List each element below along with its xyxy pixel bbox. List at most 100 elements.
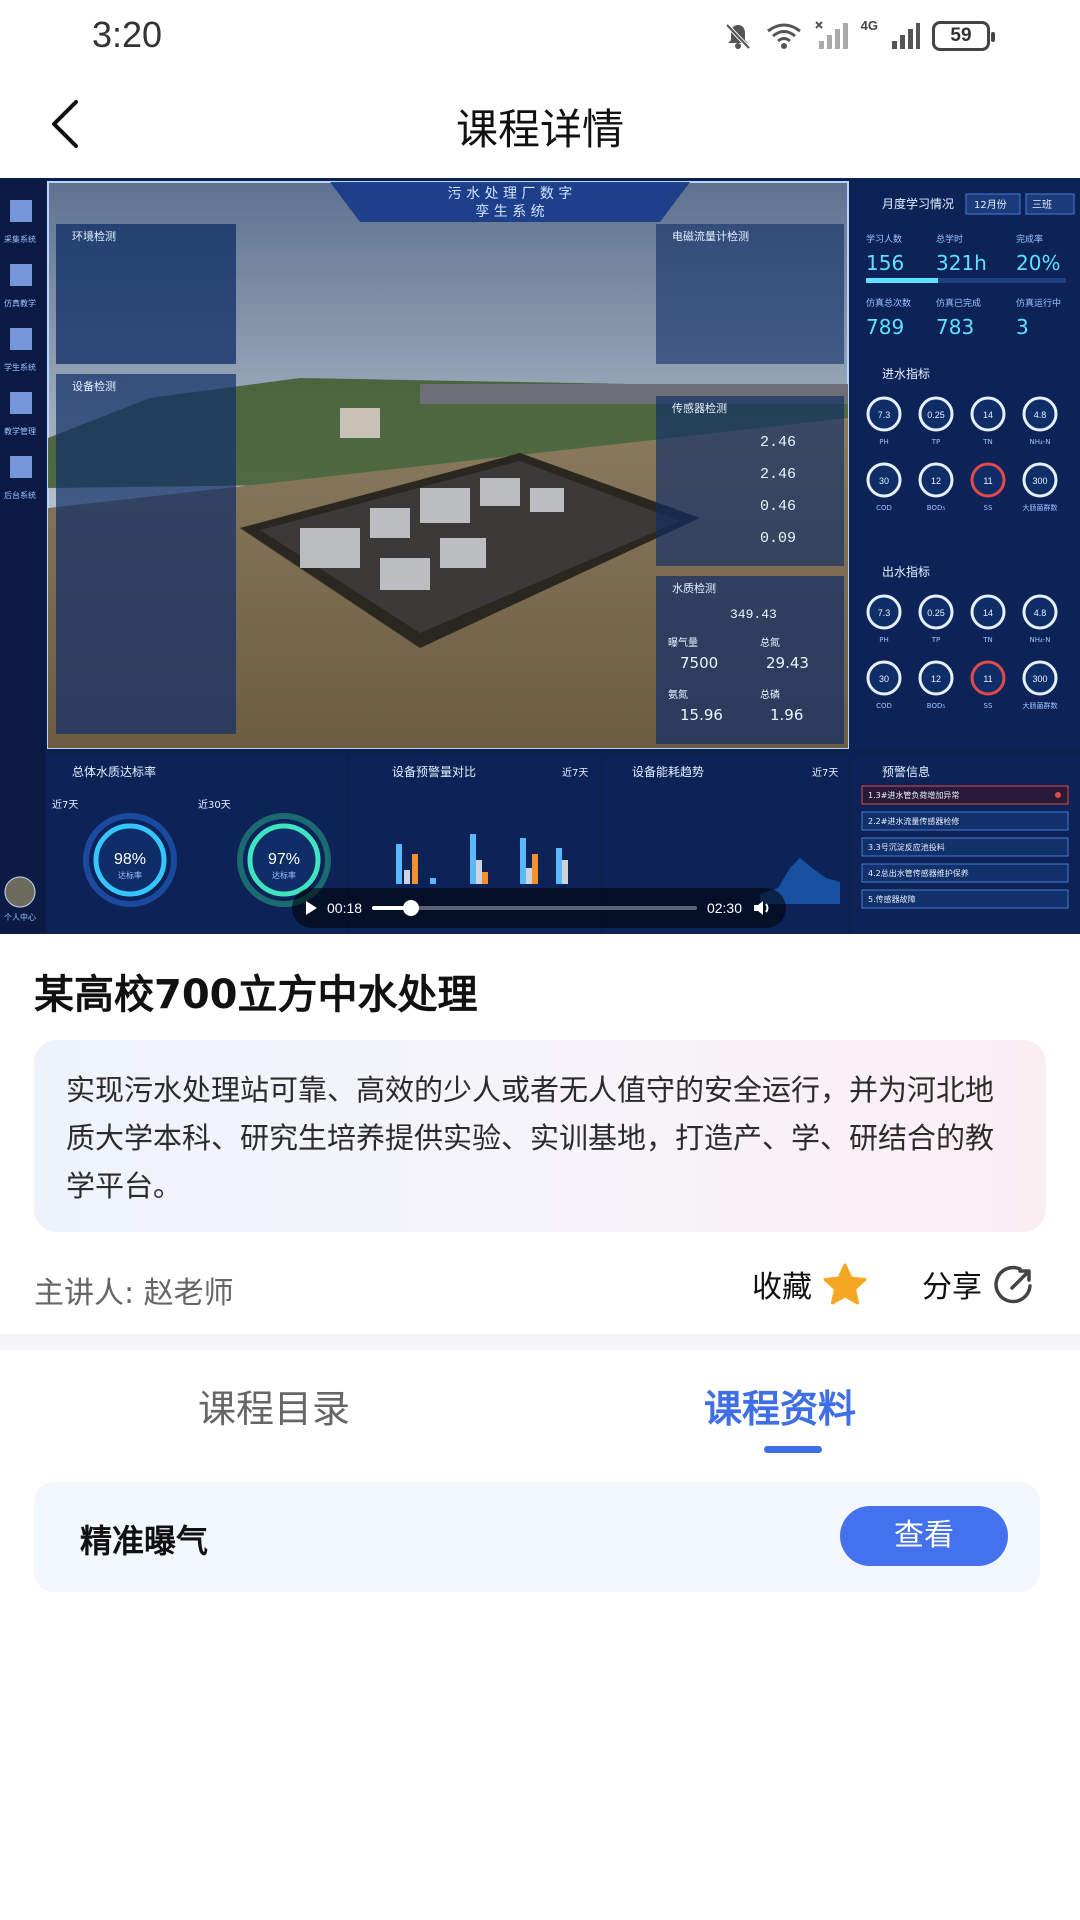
month-select: 12月份 bbox=[974, 199, 1007, 211]
gauge-value: 7.3 bbox=[878, 410, 891, 420]
current-time: 00:18 bbox=[327, 900, 363, 916]
alert-item-1: 2.2#进水流量传感器检修 bbox=[868, 816, 959, 826]
quality-p7-value: 98% bbox=[114, 851, 146, 868]
gauge-value: 300 bbox=[1032, 476, 1047, 486]
stat-label-2: 完成率 bbox=[1016, 233, 1043, 245]
volume-icon[interactable] bbox=[752, 899, 772, 917]
panel-sensor-title: 传感器检测 bbox=[672, 401, 727, 415]
nav-bar: 课程详情 bbox=[0, 72, 1080, 176]
energy-title: 设备能耗趋势 bbox=[632, 765, 704, 779]
share-button[interactable]: 分享 bbox=[922, 1262, 1038, 1306]
water-value-1: 29.43 bbox=[766, 654, 809, 672]
gauge-label: PH bbox=[879, 636, 889, 644]
screen-title-2: 孪 生 系 统 bbox=[475, 203, 544, 220]
gauge-value: 30 bbox=[879, 674, 889, 684]
quality-p30-label: 近30天 bbox=[198, 798, 231, 811]
water-value-0: 7500 bbox=[680, 654, 718, 672]
stat-value-3: 789 bbox=[866, 315, 904, 339]
play-icon[interactable] bbox=[306, 901, 317, 915]
compare-range: 近7天 bbox=[562, 766, 588, 779]
page-title: 课程详情 bbox=[455, 105, 624, 154]
progress-thumb[interactable] bbox=[403, 900, 420, 916]
alert-item-3: 4.2总出水管传感器维护保养 bbox=[868, 868, 969, 878]
view-button[interactable]: 查看 bbox=[840, 1506, 1008, 1566]
quality-p7-label: 近7天 bbox=[52, 798, 78, 811]
alerts-title: 预警信息 bbox=[882, 764, 930, 779]
energy-range: 近7天 bbox=[812, 766, 838, 779]
lecturer: 主讲人: 赵老师 bbox=[34, 1276, 234, 1311]
water-label-0: 曝气量 bbox=[668, 636, 698, 649]
gauge-label: 大肠菌群数 bbox=[1023, 701, 1058, 710]
water-label-3: 总磷 bbox=[760, 688, 780, 701]
course-description: 实现污水处理站可靠、高效的少人或者无人值守的安全运行，并为河北地质大学本科、研究… bbox=[66, 1073, 995, 1203]
alert-item-2: 3.3号沉淀反应池投料 bbox=[868, 842, 945, 852]
tab-course-materials[interactable]: 课程资料 bbox=[704, 1378, 856, 1433]
gauge-value: 14 bbox=[983, 608, 993, 618]
panel-water-title: 水质检测 bbox=[672, 581, 716, 595]
water-label-1: 总氮 bbox=[760, 636, 780, 649]
monthly-title: 月度学习情况 bbox=[882, 196, 954, 211]
description-card: 实现污水处理站可靠、高效的少人或者无人值守的安全运行，并为河北地质大学本科、研究… bbox=[34, 1040, 1046, 1232]
inflow-title: 进水指标 bbox=[882, 366, 930, 381]
stat-value-2: 20% bbox=[1016, 251, 1060, 275]
gauge-value: 0.25 bbox=[927, 608, 945, 618]
gauge-label: TP bbox=[931, 438, 941, 446]
section-divider bbox=[0, 1334, 1080, 1350]
gauge-label: COD bbox=[876, 702, 892, 710]
signal-sim2-icon bbox=[892, 23, 920, 49]
profile-label: 个人中心 bbox=[4, 912, 36, 922]
list-item: 精准曝气 查看 bbox=[34, 1482, 1040, 1592]
gauge-label: PH bbox=[879, 438, 889, 446]
stat-label-1: 总学时 bbox=[936, 233, 963, 245]
side-menu-item-0: 采集系统 bbox=[4, 234, 36, 244]
gauge-value: 12 bbox=[931, 674, 941, 684]
stat-value-4: 783 bbox=[936, 315, 974, 339]
signal-sim1-icon bbox=[814, 21, 848, 49]
gauge-label: BOD₅ bbox=[927, 504, 946, 512]
water-label-2: 氨氮 bbox=[668, 688, 688, 701]
quality-p30-value: 97% bbox=[268, 851, 300, 868]
battery-indicator: 59 bbox=[932, 21, 995, 51]
status-bar: 3:20 4G 59 bbox=[0, 0, 1080, 72]
share-icon bbox=[994, 1265, 1032, 1304]
gauge-value: 11 bbox=[983, 476, 992, 486]
stat-value-1: 321h bbox=[936, 251, 987, 275]
active-tab-indicator bbox=[764, 1446, 822, 1453]
outflow-title: 出水指标 bbox=[882, 564, 930, 579]
compare-title: 设备预警量对比 bbox=[392, 764, 476, 779]
wifi-icon bbox=[766, 23, 801, 49]
gauge-value: 4.8 bbox=[1034, 608, 1047, 618]
gauge-label: TN bbox=[982, 636, 993, 644]
quality-title: 总体水质达标率 bbox=[72, 764, 156, 779]
panel-equip-title: 设备检测 bbox=[72, 379, 116, 393]
gauge-label: NH₄-N bbox=[1029, 636, 1050, 644]
side-menu-item-3: 教学管理 bbox=[4, 426, 36, 436]
side-menu-item-2: 学生系统 bbox=[4, 362, 36, 372]
progress-bar[interactable] bbox=[372, 900, 697, 916]
sensor-value-3: 0.09 bbox=[760, 530, 796, 547]
status-icons: 4G 59 bbox=[723, 16, 995, 56]
gauge-value: 11 bbox=[983, 674, 992, 684]
screen-title-1: 污 水 处 理 厂 数 字 bbox=[448, 186, 573, 202]
material-name: 精准曝气 bbox=[80, 1522, 209, 1560]
star-icon bbox=[823, 1263, 867, 1305]
share-label: 分享 bbox=[922, 1270, 982, 1305]
water-value-2: 15.96 bbox=[680, 706, 723, 724]
video-controls: 00:18 02:30 bbox=[292, 888, 786, 928]
gauge-value: 12 bbox=[931, 476, 941, 486]
stat-value-0: 156 bbox=[866, 251, 904, 275]
quality-p7-unit: 达标率 bbox=[118, 870, 142, 880]
gauge-label: TP bbox=[931, 636, 941, 644]
video-frame: 采集系统 仿真教学 学生系统 教学管理 后台系统 个人中心 污 水 处 理 厂 … bbox=[0, 178, 1080, 934]
favorite-button[interactable]: 收藏 bbox=[752, 1262, 868, 1306]
tab-course-catalog[interactable]: 课程目录 bbox=[198, 1378, 350, 1433]
duration: 02:30 bbox=[706, 900, 742, 916]
quality-p30-unit: 达标率 bbox=[272, 870, 296, 880]
stat-label-5: 仿真运行中 bbox=[1016, 297, 1061, 309]
panel-env-title: 环境检测 bbox=[72, 229, 116, 243]
video-player[interactable]: 采集系统 仿真教学 学生系统 教学管理 后台系统 个人中心 污 水 处 理 厂 … bbox=[0, 178, 1080, 934]
gauge-label: SS bbox=[984, 504, 993, 512]
gauge-value: 0.25 bbox=[927, 410, 945, 420]
stat-label-0: 学习人数 bbox=[866, 233, 902, 245]
suspended-value: 349.43 bbox=[730, 607, 777, 622]
